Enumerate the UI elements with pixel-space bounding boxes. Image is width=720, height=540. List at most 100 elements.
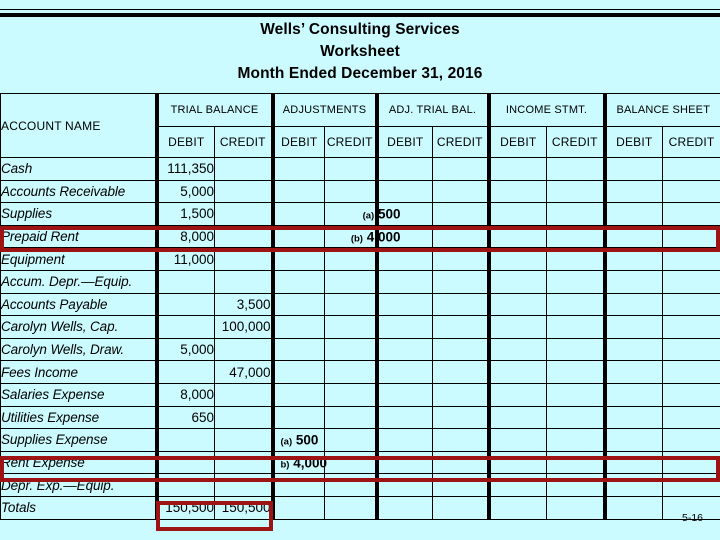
header-bs-debit: DEBIT [602, 126, 664, 158]
header-is-credit: CREDIT [546, 126, 606, 158]
is-debit-cell [486, 360, 548, 384]
adjustment-entry: (a) 500 [363, 206, 401, 221]
tb-debit-cell: 11,000 [154, 247, 215, 271]
account-name-cell: Totals [0, 495, 157, 520]
adjustment-entry: b) 4,000 [281, 455, 328, 470]
adj-debit-cell [270, 292, 325, 317]
bs-credit-cell [662, 179, 720, 204]
adj-credit-cell [323, 405, 378, 430]
table-row: Prepaid Rent 8,000 (b) 4,000 [0, 224, 720, 249]
worksheet-table: ACCOUNT NAME TRIAL BALANCE ADJUSTMENTS A… [0, 93, 720, 520]
atb-credit-cell [432, 473, 490, 497]
adj-debit-cell [270, 202, 325, 226]
tb-credit-cell [214, 473, 273, 497]
header-account-name: ACCOUNT NAME [0, 93, 157, 158]
header-tb-credit: CREDIT [214, 126, 273, 158]
table-row: Accounts Payable 3,500 [0, 292, 720, 317]
header-group-adjusted-trial-balance: ADJ. TRIAL BAL. [374, 93, 490, 127]
account-name-cell: Prepaid Rent [0, 224, 157, 249]
atb-credit-cell [432, 360, 490, 384]
header-adj-debit: DEBIT [270, 126, 325, 158]
is-credit-cell [546, 269, 606, 294]
adjustment-reference: (a) [280, 436, 293, 448]
is-debit-cell [486, 269, 548, 294]
table-row: Supplies 1,500 (a) 500 [0, 202, 720, 226]
top-hairline [0, 9, 720, 10]
bs-debit-cell [602, 315, 664, 339]
tb-credit-cell [214, 202, 273, 226]
tb-debit-cell: 650 [154, 405, 215, 430]
account-name-cell: Utilities Expense [0, 405, 157, 430]
adjustment-amount: 500 [377, 206, 401, 222]
bs-credit-cell [662, 269, 720, 294]
adj-credit-cell [323, 315, 378, 339]
bs-debit-cell [602, 360, 664, 384]
tb-debit-cell: 150,500 [154, 495, 215, 520]
tb-credit-cell [214, 224, 273, 249]
adjustment-amount: 4,000 [293, 455, 328, 471]
account-name-cell: Salaries Expense [0, 382, 157, 407]
bs-debit-cell [602, 382, 664, 407]
tb-credit-cell: 47,000 [214, 360, 273, 384]
adj-debit-cell [270, 269, 325, 294]
table-row: Depr. Exp.—Equip. [0, 473, 720, 497]
atb-debit-cell [374, 179, 434, 204]
adj-debit-cell [270, 315, 325, 339]
atb-credit-cell [432, 202, 490, 226]
bs-credit-cell [662, 157, 720, 181]
worksheet-body: Cash 111,350 Accounts Receivable 5,000 Suppl… [0, 157, 720, 520]
account-name-cell: Depr. Exp.—Equip. [0, 473, 157, 497]
is-credit-cell [546, 405, 606, 430]
is-debit-cell [486, 179, 548, 204]
is-debit-cell [486, 224, 548, 249]
atb-credit-cell [432, 269, 490, 294]
top-rule-divider [0, 13, 720, 17]
adj-debit-cell [270, 360, 325, 384]
is-debit-cell [486, 337, 548, 362]
tb-debit-cell [154, 315, 215, 339]
account-name-cell: Accounts Receivable [0, 179, 157, 204]
account-name-cell: Equipment [0, 247, 157, 271]
bs-debit-cell [602, 473, 664, 497]
tb-debit-cell: 111,350 [154, 157, 215, 181]
is-debit-cell [486, 428, 548, 452]
account-name-cell: Carolyn Wells, Draw. [0, 337, 157, 362]
atb-credit-cell [432, 405, 490, 430]
atb-debit-cell [374, 315, 434, 339]
account-name-cell: Rent Expense [0, 450, 157, 475]
adj-debit-cell [270, 382, 325, 407]
is-debit-cell [486, 495, 548, 520]
is-credit-cell [546, 337, 606, 362]
bs-credit-cell [662, 202, 720, 226]
bs-debit-cell [602, 247, 664, 271]
header-group-income-statement: INCOME STMT. [486, 93, 606, 127]
atb-debit-cell [374, 405, 434, 430]
table-row: Carolyn Wells, Cap. 100,000 [0, 315, 720, 339]
adj-credit-cell [323, 157, 378, 181]
bs-credit-cell [662, 405, 720, 430]
adj-debit-cell [270, 495, 325, 520]
adj-credit-cell [323, 382, 378, 407]
adj-debit-cell [270, 405, 325, 430]
atb-debit-cell [374, 292, 434, 317]
tb-credit-cell [214, 157, 273, 181]
header-bs-credit: CREDIT [662, 126, 720, 158]
is-credit-cell [546, 247, 606, 271]
account-name-cell: Carolyn Wells, Cap. [0, 315, 157, 339]
tb-credit-cell: 100,000 [214, 315, 273, 339]
tb-debit-cell [154, 428, 215, 452]
adj-credit-cell [323, 179, 378, 204]
table-row: Utilities Expense 650 [0, 405, 720, 430]
adj-debit-cell [270, 473, 325, 497]
atb-debit-cell [374, 428, 434, 452]
bs-credit-cell [662, 224, 720, 249]
is-debit-cell [486, 382, 548, 407]
adjustment-amount: 500 [295, 432, 319, 448]
adjustment-entry: (a) 500 [281, 432, 319, 447]
atb-credit-cell [432, 450, 490, 475]
header-atb-debit: DEBIT [374, 126, 434, 158]
atb-debit-cell [374, 247, 434, 271]
is-debit-cell [486, 450, 548, 475]
bs-debit-cell [602, 269, 664, 294]
slide-canvas: Wells’ Consulting Services Worksheet Mon… [0, 0, 720, 540]
